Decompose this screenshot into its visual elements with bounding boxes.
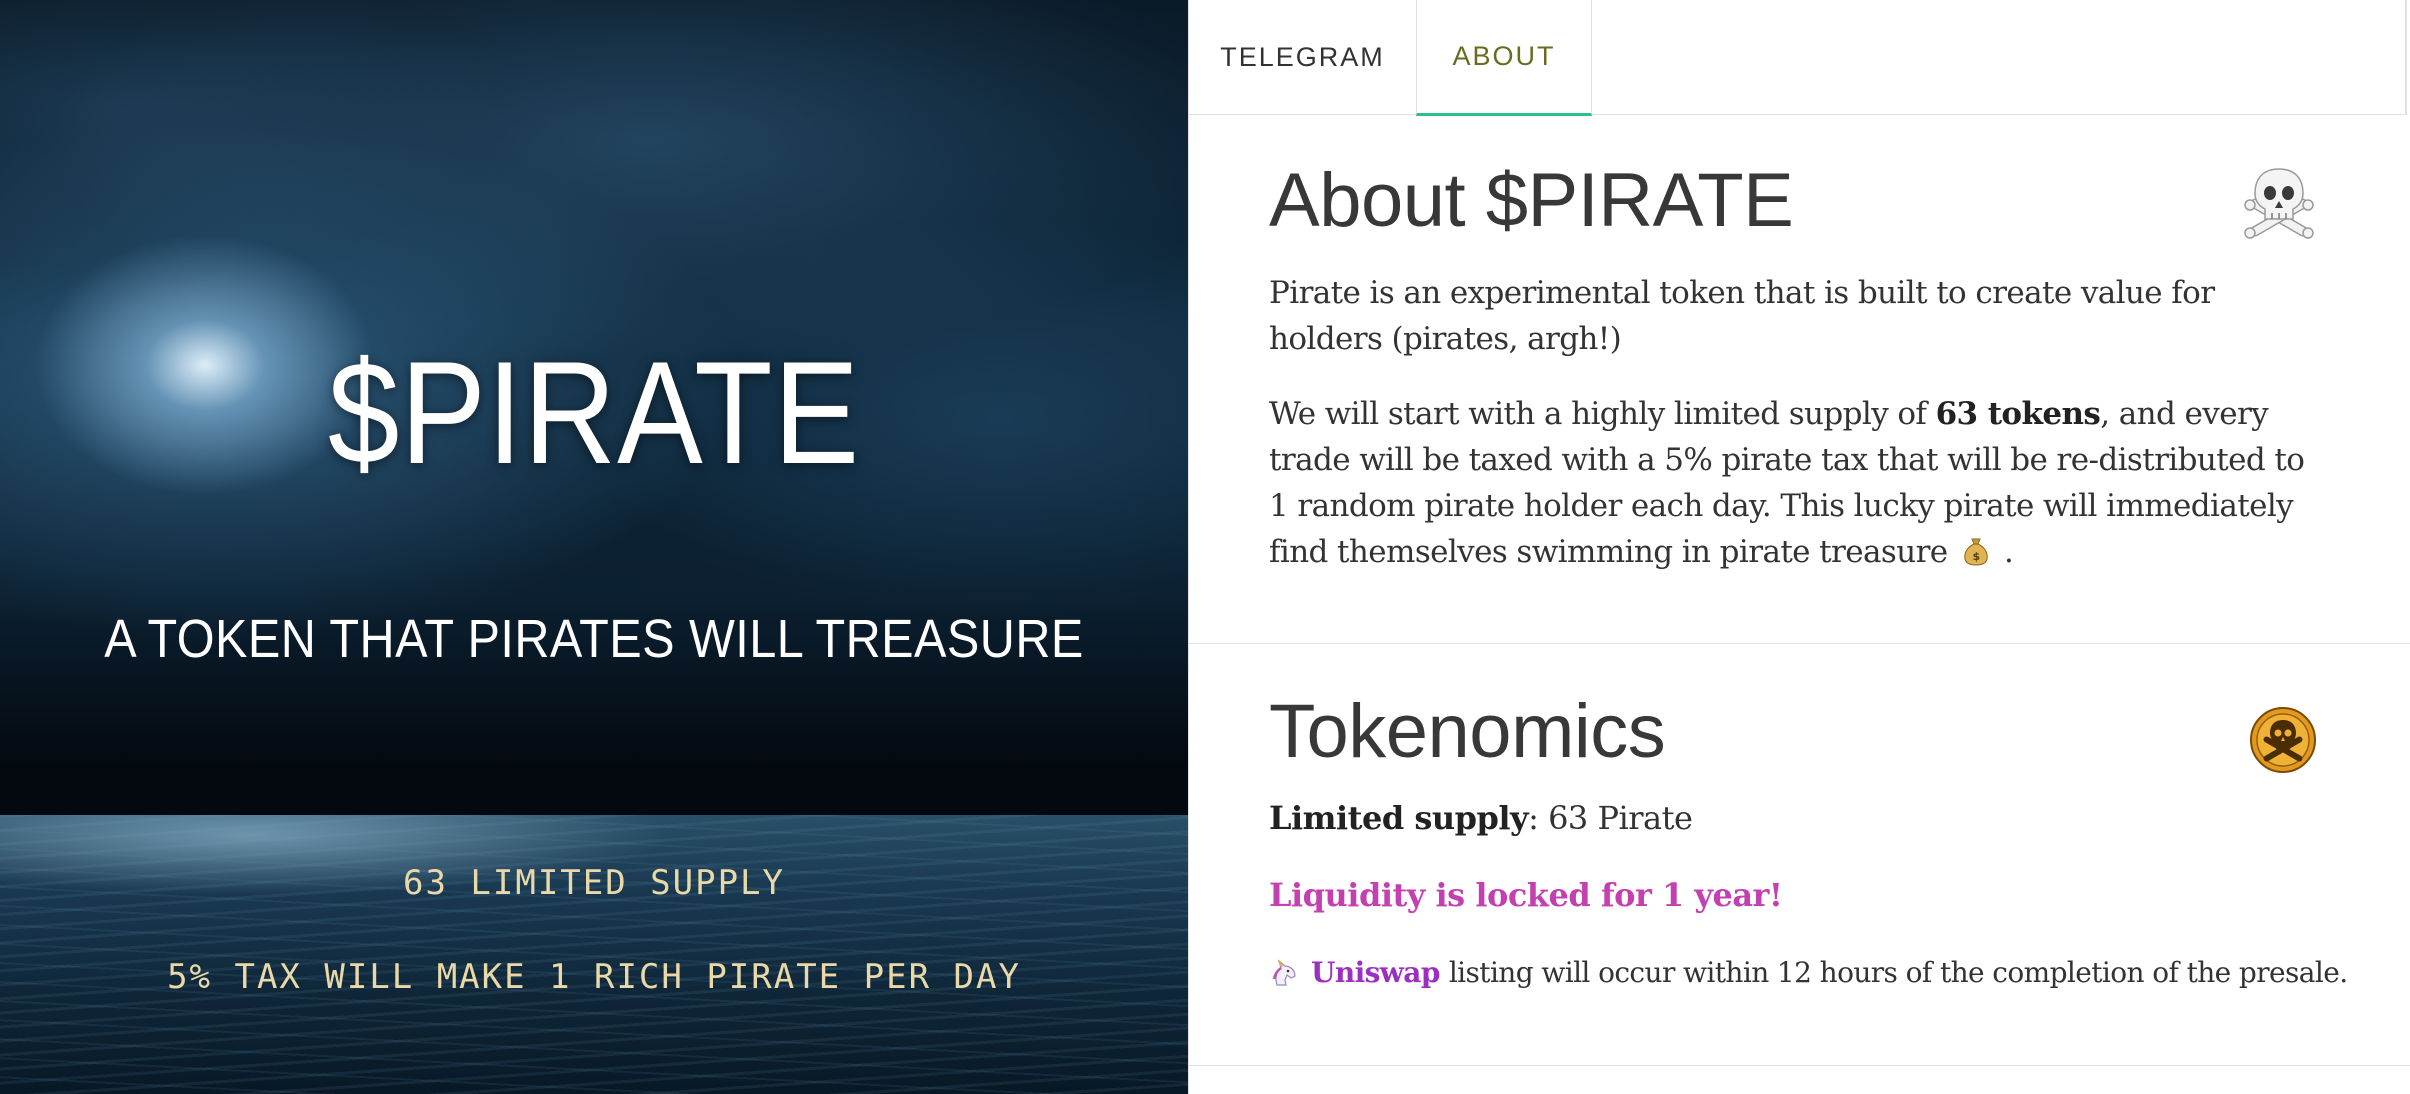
supply-value: : 63 Pirate	[1528, 799, 1693, 837]
hero-banner: $PIRATE A TOKEN THAT PIRATES WILL TREASU…	[0, 0, 1188, 1094]
tokenomics-heading: Tokenomics	[1269, 689, 1666, 774]
unicorn-icon	[1272, 958, 1296, 986]
about-section: About $PIRATE Pirate is an experimental …	[1189, 115, 2410, 644]
liquidity-locked-text: Liquidity is locked for 1 year!	[1269, 876, 1783, 914]
svg-text:$: $	[1972, 550, 1979, 563]
hero-stat-supply: 63 LIMITED SUPPLY	[403, 863, 785, 903]
limited-supply-line: Limited supply: 63 Pirate	[1269, 799, 1693, 837]
sea-background	[0, 815, 1188, 1094]
pirate-doubloon-icon	[2250, 707, 2316, 773]
tokenomics-section: Tokenomics Limited supply: 63 Pirate Liq…	[1189, 644, 2410, 1066]
tab-about[interactable]: ABOUT	[1416, 0, 1592, 116]
about-paragraph-1: Pirate is an experimental token that is …	[1269, 275, 2215, 357]
listing-info: Uniswap listing will occur within 12 hou…	[1269, 956, 2348, 989]
supply-label: Limited supply	[1269, 799, 1529, 837]
skull-crossbones-icon	[2244, 168, 2314, 239]
uniswap-link[interactable]: Uniswap	[1311, 956, 1440, 989]
hero-tagline: A TOKEN THAT PIRATES WILL TREASURE	[104, 609, 1084, 669]
hero-stat-tax: 5% TAX WILL MAKE 1 RICH PIRATE PER DAY	[167, 957, 1021, 997]
about-paragraph-2: We will start with a highly limited supp…	[1269, 391, 2329, 575]
about-p2-text: We will start with a highly limited supp…	[1269, 396, 1936, 432]
listing-text: listing will occur within 12 hours of th…	[1448, 956, 2348, 989]
money-bag-icon: $	[1964, 538, 1988, 566]
tab-bar: TELEGRAM ABOUT	[1189, 0, 2407, 116]
tab-telegram[interactable]: TELEGRAM	[1189, 0, 1416, 115]
supply-highlight: 63 tokens	[1935, 396, 2101, 432]
about-p2-end: .	[1994, 534, 2014, 570]
about-heading: About $PIRATE	[1269, 158, 1794, 243]
hero-title: $PIRATE	[327, 331, 861, 494]
content-panel: TELEGRAM ABOUT About $PIRATE Pirate is a…	[1188, 0, 2410, 1094]
